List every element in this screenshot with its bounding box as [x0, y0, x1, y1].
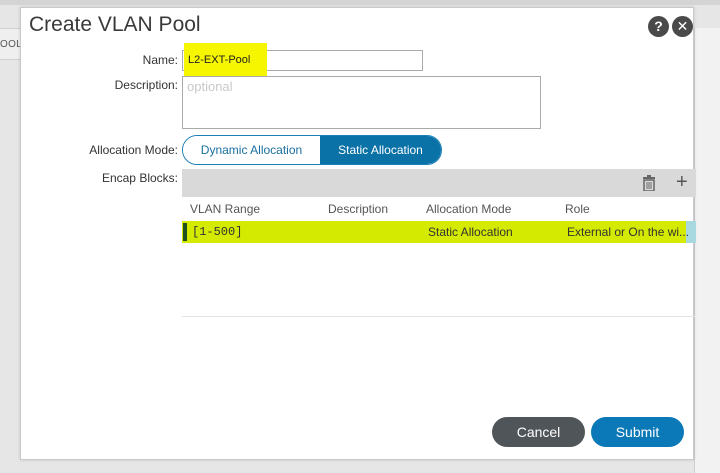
submit-button[interactable]: Submit — [591, 417, 684, 447]
cell-vlan-range: [1-500] — [192, 225, 243, 239]
help-icon[interactable]: ? — [648, 16, 669, 37]
static-allocation-option[interactable]: Static Allocation — [320, 136, 441, 164]
name-value: L2-EXT-Pool — [188, 54, 251, 66]
background-right-pane — [694, 28, 720, 473]
name-field[interactable]: L2-EXT-Pool — [182, 43, 423, 78]
dialog-title: Create VLAN Pool — [29, 13, 201, 36]
allocation-mode-toggle: Dynamic Allocation Static Allocation — [182, 135, 442, 165]
encap-blocks-toolbar: + — [182, 169, 696, 197]
create-vlan-pool-dialog: Create VLAN Pool ? ✕ Name: L2-EXT-Pool D… — [20, 7, 696, 460]
trash-icon[interactable] — [642, 175, 656, 191]
description-label: Description: — [114, 78, 178, 92]
add-icon[interactable]: + — [676, 171, 688, 193]
dynamic-allocation-option[interactable]: Dynamic Allocation — [183, 136, 320, 164]
table-bottom-divider — [182, 316, 696, 317]
column-header-role[interactable]: Role — [565, 202, 590, 216]
cell-role: External or On the wi... — [567, 225, 690, 239]
cancel-button[interactable]: Cancel — [492, 417, 585, 447]
background-strip-text: OOL — [0, 39, 23, 50]
description-field[interactable]: optional — [182, 76, 541, 129]
name-label: Name: — [142, 53, 178, 67]
cell-allocation-mode: Static Allocation — [428, 225, 513, 239]
column-header-vlan-range[interactable]: VLAN Range — [190, 202, 260, 216]
app-header-bar — [0, 0, 720, 5]
row-selection-marker — [183, 223, 187, 241]
allocation-mode-label: Allocation Mode: — [89, 143, 178, 157]
close-icon[interactable]: ✕ — [672, 16, 693, 37]
encap-blocks-label: Encap Blocks: — [101, 171, 178, 185]
description-placeholder: optional — [187, 79, 233, 94]
column-header-allocation-mode[interactable]: Allocation Mode — [426, 202, 511, 216]
column-header-description[interactable]: Description — [328, 202, 388, 216]
